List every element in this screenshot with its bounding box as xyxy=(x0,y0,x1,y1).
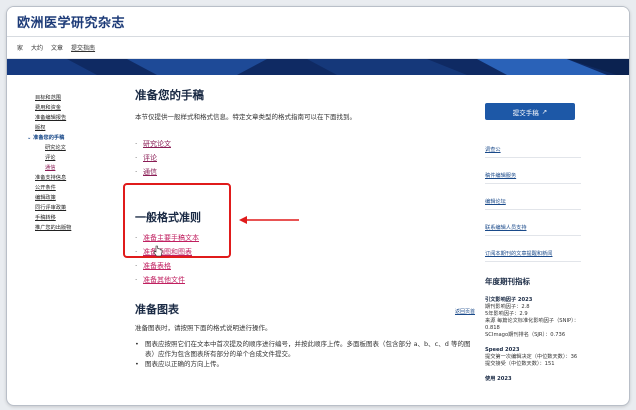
highlight-annotation-box xyxy=(123,183,231,258)
list-item: · 准备表格 xyxy=(135,259,475,273)
external-link-icon: ↗ xyxy=(541,107,548,116)
metric-usage: 使用 2023 xyxy=(485,376,581,383)
site-header: 欧洲医学研究杂志 xyxy=(7,7,629,37)
sidebar-item-fees[interactable]: 费用和资金 xyxy=(35,103,113,113)
metric-line: SCImago期刊排名（SJR）：0.736 xyxy=(485,332,566,338)
metric-line: 期刊影响因子：2.8 xyxy=(485,304,530,310)
sidebar-item-supporting[interactable]: 准备支持信息 xyxy=(35,173,113,183)
right-link-contact[interactable]: 联系编辑人员支持 xyxy=(485,220,581,236)
list-item: • 图表应以正确的方向上传。 xyxy=(135,360,223,368)
sidebar-item-copyright[interactable]: 版权 xyxy=(35,123,113,133)
metric-heading: 引文影响因子 2023 xyxy=(485,297,533,303)
hand-cursor-icon xyxy=(153,245,163,257)
nav-about[interactable]: 大约 xyxy=(31,43,43,52)
figures-bullet-list: • 图表应按照它们在文本中首次提及的顺序进行编号，并按此顺序上传。多面板图表（包含… xyxy=(135,339,475,369)
right-link-editing-service[interactable]: 稿件编辑服务 xyxy=(485,168,581,184)
list-item: · 准备其他文件 xyxy=(135,273,475,287)
metric-line: 提交接受（中位数天数）：151 xyxy=(485,361,555,367)
right-link-subscribe[interactable]: 订阅本期刊的文章提醒和新闻 xyxy=(485,246,581,262)
metric-heading: 使用 2023 xyxy=(485,376,512,382)
figure-rule-1: 图表应按照它们在文本中首次提及的顺序进行编号，并按此顺序上传。多面板图表（包含部… xyxy=(145,340,471,358)
right-sidebar: 提交手稿 ↗ 调查公 稿件编辑服务 编辑论坛 联系编辑人员支持 订阅本期刊的文章… xyxy=(485,103,581,391)
link-tables[interactable]: 准备表格 xyxy=(143,259,171,273)
metric-line: 提交第一次编辑决定（中位数天数）：36 xyxy=(485,354,578,360)
list-item: · 研究论文 xyxy=(135,137,475,151)
sidebar-item-peer-review[interactable]: 同行评审政策 xyxy=(35,203,113,213)
metric-line: 5年影响因子：2.9 xyxy=(485,311,528,317)
sidebar-group-label: 准备您的手稿 xyxy=(33,135,65,141)
chevron-down-icon: ⌄ xyxy=(27,135,32,141)
sidebar-subitem-research[interactable]: 研究论文 xyxy=(35,143,113,153)
figures-heading-row: 准备图表 返回页首 xyxy=(135,301,475,323)
list-item: · 评论 xyxy=(135,151,475,165)
article-type-list: · 研究论文 · 评论 · 通信 xyxy=(135,137,475,179)
figure-rule-2: 图表应以正确的方向上传。 xyxy=(145,360,223,368)
sidebar-item-editorial-policy[interactable]: 编辑政策 xyxy=(35,193,113,203)
metric-heading: Speed 2023 xyxy=(485,347,520,353)
nav-articles[interactable]: 文章 xyxy=(51,43,63,52)
list-item: • 图表应按照它们在文本中首次提及的顺序进行编号，并按此顺序上传。多面板图表（包含… xyxy=(135,339,475,359)
breadcrumb-nav: 家 大约 文章 提交指南 xyxy=(7,37,629,59)
page-content: 目标和范围 费用和资金 准备编辑报告 版权 ⌄ 准备您的手稿 研究论文 评论 通… xyxy=(7,75,629,405)
sidebar-item-promote[interactable]: 推广您的出版物 xyxy=(35,223,113,233)
metric-speed: Speed 2023 提交第一次编辑决定（中位数天数）：36 提交接受（中位数天… xyxy=(485,347,581,368)
sidebar-item-editorial-report[interactable]: 准备编辑报告 xyxy=(35,113,113,123)
sidebar-subitem-review[interactable]: 评论 xyxy=(35,153,113,163)
metric-line: 来源 每篇论文标准化影响因子（SNIP）：0.818 xyxy=(485,318,579,331)
submit-button-label: 提交手稿 xyxy=(512,108,539,117)
figures-paragraph: 准备图表时，请按照下面的格式说明进行操作。 xyxy=(135,324,272,332)
decorative-banner xyxy=(7,59,629,75)
sidebar-item-transfer[interactable]: 手稿转移 xyxy=(35,213,113,223)
intro-text: 本节仅提供一般样式和格式信息。特定文章类型的格式指南可以在下面找到。 xyxy=(135,113,356,121)
nav-submission-guide[interactable]: 提交指南 xyxy=(71,43,95,52)
link-other-files[interactable]: 准备其他文件 xyxy=(143,273,185,287)
browser-window: 欧洲医学研究杂志 家 大约 文章 提交指南 目标和范围 费用和资金 准备编辑报告… xyxy=(6,6,630,406)
back-to-top-link[interactable]: 返回页首 xyxy=(455,308,475,315)
sidebar-item-aims[interactable]: 目标和范围 xyxy=(35,93,113,103)
figures-title: 准备图表 xyxy=(135,303,179,316)
submit-manuscript-button[interactable]: 提交手稿 ↗ xyxy=(485,103,575,120)
link-review[interactable]: 评论 xyxy=(143,151,157,165)
nav-home[interactable]: 家 xyxy=(17,43,23,52)
link-correspondence[interactable]: 通信 xyxy=(143,165,157,179)
sidebar-item-open-conditions[interactable]: 公开条件 xyxy=(35,183,113,193)
metrics-title: 年度期刊指标 xyxy=(485,277,530,286)
metric-impact: 引文影响因子 2023 期刊影响因子：2.8 5年影响因子：2.9 来源 每篇论… xyxy=(485,297,581,339)
page-title: 准备您的手稿 xyxy=(135,88,204,102)
right-link-forum[interactable]: 编辑论坛 xyxy=(485,194,581,210)
list-item: · 通信 xyxy=(135,165,475,179)
sidebar-subitem-correspondence[interactable]: 通信 xyxy=(35,163,113,173)
site-brand[interactable]: 欧洲医学研究杂志 xyxy=(17,12,125,31)
right-link-survey[interactable]: 调查公 xyxy=(485,142,581,158)
arrow-left-icon xyxy=(239,216,299,224)
link-research-paper[interactable]: 研究论文 xyxy=(143,137,171,151)
sidebar-group-prepare[interactable]: ⌄ 准备您的手稿 xyxy=(27,133,113,143)
left-sidebar: 目标和范围 费用和资金 准备编辑报告 版权 ⌄ 准备您的手稿 研究论文 评论 通… xyxy=(27,93,113,233)
